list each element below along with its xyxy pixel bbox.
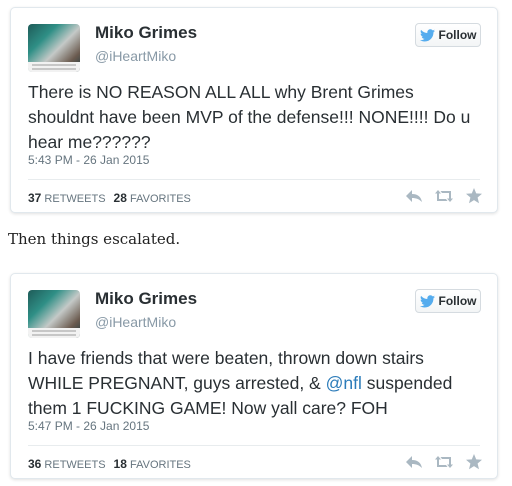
follow-button[interactable]: Follow xyxy=(415,23,481,47)
user-handle[interactable]: @iHeartMiko xyxy=(95,48,176,64)
tweet-card: Miko Grimes @iHeartMiko Follow There is … xyxy=(10,7,498,213)
retweet-count[interactable]: 37 RETWEETS xyxy=(28,191,106,205)
reply-icon[interactable] xyxy=(405,454,423,470)
interstitial-text: Then things escalated. xyxy=(8,230,181,248)
favorite-star-icon[interactable] xyxy=(465,454,483,470)
retweet-icon[interactable] xyxy=(435,188,453,204)
divider xyxy=(28,445,480,446)
tweet-text: I have friends that were beaten, thrown … xyxy=(28,346,483,421)
follow-label: Follow xyxy=(438,28,477,42)
user-name[interactable]: Miko Grimes xyxy=(95,289,197,309)
tweet-stats: 36 RETWEETS 18 FAVORITES xyxy=(28,457,191,471)
retweet-icon[interactable] xyxy=(435,454,453,470)
user-handle[interactable]: @iHeartMiko xyxy=(95,314,176,330)
twitter-bird-icon xyxy=(419,294,435,307)
reply-icon[interactable] xyxy=(405,188,423,204)
follow-label: Follow xyxy=(438,294,477,308)
divider xyxy=(28,179,480,180)
tweet-text: There is NO REASON ALL ALL why Brent Gri… xyxy=(28,80,483,155)
tweet-text-segment: There is NO REASON ALL ALL why Brent Gri… xyxy=(28,82,471,152)
twitter-bird-icon xyxy=(419,28,435,41)
favorite-star-icon[interactable] xyxy=(465,188,483,204)
mention-link[interactable]: @nfl xyxy=(326,373,362,393)
follow-button[interactable]: Follow xyxy=(415,289,481,313)
retweet-count[interactable]: 36 RETWEETS xyxy=(28,457,106,471)
user-name[interactable]: Miko Grimes xyxy=(95,23,197,43)
avatar[interactable] xyxy=(28,24,80,72)
tweet-stats: 37 RETWEETS 28 FAVORITES xyxy=(28,191,191,205)
tweet-card: Miko Grimes @iHeartMiko Follow I have fr… xyxy=(10,273,498,479)
favorite-count[interactable]: 18 FAVORITES xyxy=(114,457,191,471)
avatar[interactable] xyxy=(28,290,80,338)
favorite-count[interactable]: 28 FAVORITES xyxy=(114,191,191,205)
tweet-actions xyxy=(405,454,483,470)
timestamp[interactable]: 5:43 PM - 26 Jan 2015 xyxy=(28,153,149,167)
timestamp[interactable]: 5:47 PM - 26 Jan 2015 xyxy=(28,419,149,433)
tweet-actions xyxy=(405,188,483,204)
